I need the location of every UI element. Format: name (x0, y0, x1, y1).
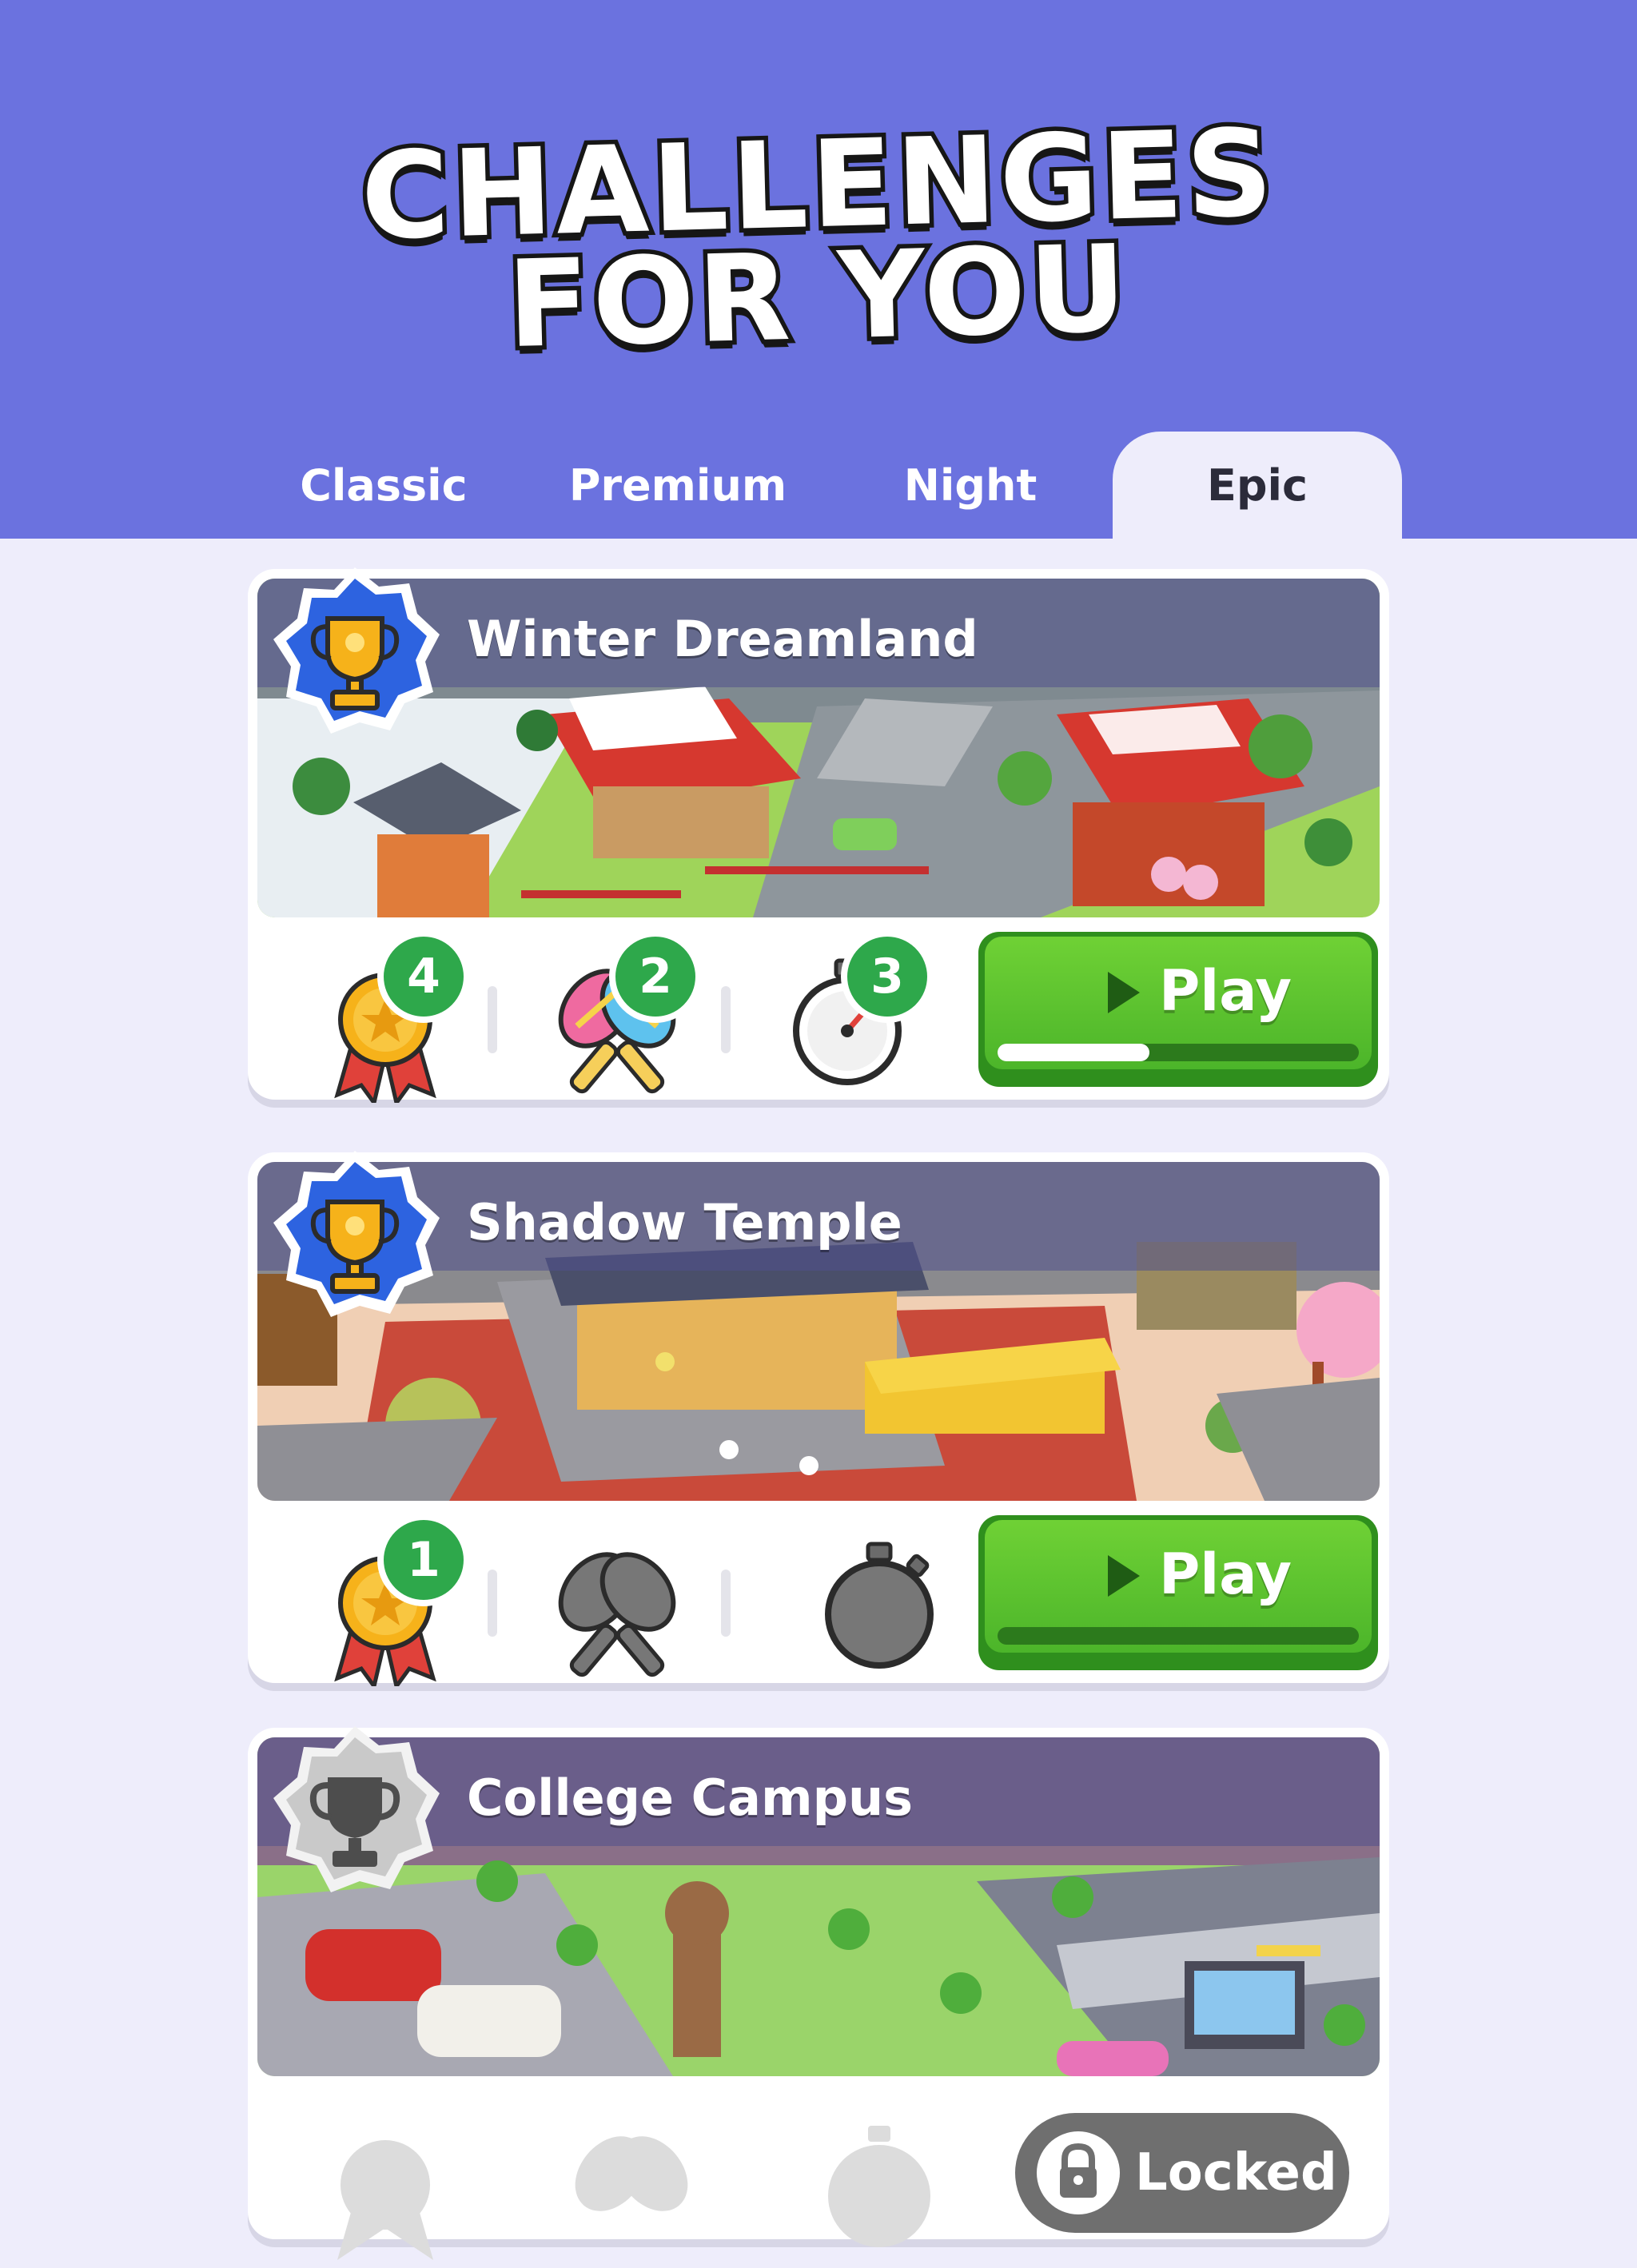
maracas-icon-locked (575, 2136, 688, 2211)
lock-icon (1037, 2131, 1120, 2214)
grey-trophy-badge-icon (273, 1726, 440, 1892)
locked-button-label: Locked (1135, 2143, 1337, 2202)
play-icon (1108, 1555, 1140, 1597)
play-button[interactable]: Play (978, 932, 1378, 1087)
challenge-title: College Campus (467, 1769, 914, 1827)
challenge-title: Winter Dreamland (467, 610, 978, 668)
gold-trophy-badge-icon (273, 1151, 440, 1317)
medals-count-badge: 4 (377, 930, 470, 1023)
stopwatch-icon-empty (825, 1542, 934, 1669)
locked-button[interactable]: Locked (1015, 2113, 1349, 2233)
challenge-card-winter-dreamland: Winter Dreamland 4 2 3 Play (248, 567, 1389, 1103)
challenge-card-shadow-temple: Shadow Temple 1 Play (248, 1151, 1389, 1686)
stat-divider (721, 1570, 731, 1637)
play-button-label: Play (1159, 958, 1292, 1024)
play-button[interactable]: Play (978, 1515, 1378, 1670)
stat-divider (488, 986, 497, 1053)
progress-bar (998, 1044, 1359, 1061)
gold-trophy-badge-icon (273, 567, 440, 734)
progress-fill (998, 1044, 1149, 1061)
tab-classic[interactable]: Classic (240, 432, 528, 539)
progress-bar (998, 1627, 1359, 1645)
maracas-icon-empty (558, 1552, 676, 1677)
medals-count-badge: 1 (377, 1514, 470, 1606)
stopwatch-icon-locked (828, 2126, 930, 2247)
tab-night[interactable]: Night (826, 432, 1114, 539)
medal-icon-locked (337, 2140, 433, 2260)
challenge-title: Shadow Temple (467, 1193, 902, 1251)
stopwatch-count-badge: 3 (841, 930, 934, 1023)
tab-epic[interactable]: Epic (1113, 432, 1402, 539)
tab-premium[interactable]: Premium (534, 432, 822, 539)
header: CHALLENGES FOR YOU Classic Premium Night… (0, 0, 1637, 539)
stat-divider (721, 986, 731, 1053)
stat-divider (488, 1570, 497, 1637)
maracas-count-badge: 2 (609, 930, 702, 1023)
play-button-label: Play (1159, 1542, 1292, 1607)
challenge-card-college-campus: College Campus Locked (248, 1726, 1389, 2260)
play-icon (1108, 972, 1140, 1013)
